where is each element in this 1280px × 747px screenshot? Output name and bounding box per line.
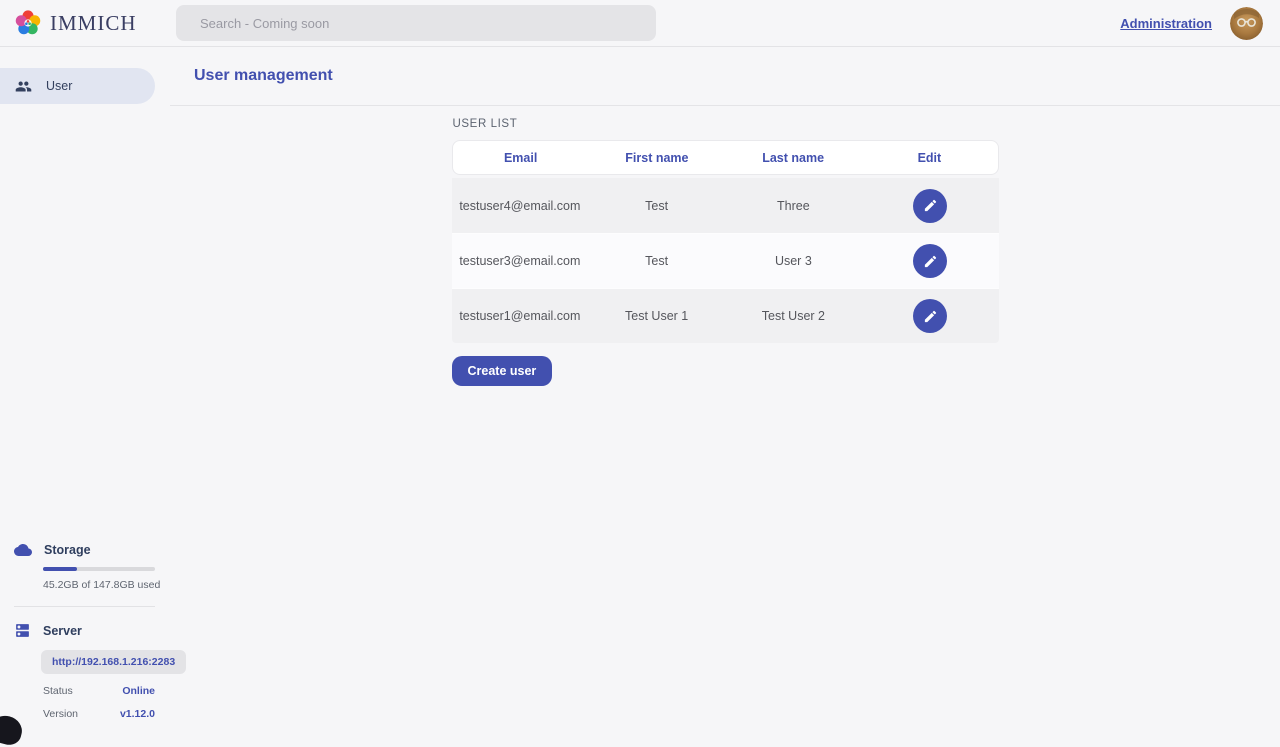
table-row: testuser1@email.com Test User 1 Test Use… xyxy=(452,288,999,343)
sidebar-divider xyxy=(14,606,155,607)
column-header-first-name: First name xyxy=(589,151,725,165)
sidebar-item-user[interactable]: User xyxy=(0,68,155,104)
user-email: testuser3@email.com xyxy=(452,254,589,268)
status-value: Online xyxy=(122,685,155,697)
user-last-name: User 3 xyxy=(725,254,862,268)
main-panel: User management USER LIST Email First na… xyxy=(170,47,1280,730)
user-email: testuser1@email.com xyxy=(452,309,589,323)
table-header: Email First name Last name Edit xyxy=(452,140,999,175)
server-section-header: Server xyxy=(0,622,170,639)
user-first-name: Test xyxy=(588,254,725,268)
version-value: v1.12.0 xyxy=(120,708,155,720)
cloud-icon xyxy=(14,541,32,559)
storage-usage-text: 45.2GB of 147.8GB used xyxy=(43,579,170,591)
page-title: User management xyxy=(194,67,333,85)
user-first-name: Test xyxy=(588,199,725,213)
column-header-edit: Edit xyxy=(861,151,997,165)
pencil-icon xyxy=(923,309,938,324)
server-url-badge: http://192.168.1.216:2283 xyxy=(41,650,186,674)
storage-progress-fill xyxy=(43,567,77,571)
edit-user-button[interactable] xyxy=(913,244,947,278)
column-header-last-name: Last name xyxy=(725,151,861,165)
people-icon xyxy=(15,78,32,95)
edit-user-button[interactable] xyxy=(913,299,947,333)
pencil-icon xyxy=(923,254,938,269)
immich-logo-icon xyxy=(14,9,42,37)
edit-user-button[interactable] xyxy=(913,189,947,223)
server-dns-icon xyxy=(14,622,31,639)
server-version-row: Version v1.12.0 xyxy=(43,708,155,720)
page-layout: User Storage 45.2GB of 147.8GB used xyxy=(0,47,1280,730)
user-avatar[interactable] xyxy=(1230,7,1263,40)
user-email: testuser4@email.com xyxy=(452,199,589,213)
top-bar: IMMICH Administration xyxy=(0,0,1280,47)
status-label: Status xyxy=(43,685,73,697)
storage-progress-bar xyxy=(43,567,155,571)
brand-name: IMMICH xyxy=(50,11,137,36)
storage-title: Storage xyxy=(44,543,91,557)
user-list-label: USER LIST xyxy=(453,118,999,130)
table-body: testuser4@email.com Test Three testuser3… xyxy=(452,178,999,343)
user-first-name: Test User 1 xyxy=(588,309,725,323)
version-label: Version xyxy=(43,708,78,720)
administration-link[interactable]: Administration xyxy=(1120,16,1212,31)
pencil-icon xyxy=(923,198,938,213)
user-last-name: Test User 2 xyxy=(725,309,862,323)
top-right-actions: Administration xyxy=(1120,7,1280,40)
sidebar: User Storage 45.2GB of 147.8GB used xyxy=(0,47,170,730)
server-status-row: Status Online xyxy=(43,685,155,697)
user-last-name: Three xyxy=(725,199,862,213)
main-header: User management xyxy=(170,47,1280,106)
server-title: Server xyxy=(43,624,82,638)
storage-section-header: Storage xyxy=(0,541,170,559)
sidebar-item-label: User xyxy=(46,79,72,93)
column-header-email: Email xyxy=(453,151,589,165)
table-row: testuser3@email.com Test User 3 xyxy=(452,233,999,288)
table-row: testuser4@email.com Test Three xyxy=(452,178,999,233)
brand[interactable]: IMMICH xyxy=(0,9,176,37)
sidebar-footer: Storage 45.2GB of 147.8GB used Server ht… xyxy=(0,541,170,720)
create-user-button[interactable]: Create user xyxy=(452,356,553,386)
main-content: USER LIST Email First name Last name Edi… xyxy=(170,106,1280,386)
search-input[interactable] xyxy=(176,5,656,41)
